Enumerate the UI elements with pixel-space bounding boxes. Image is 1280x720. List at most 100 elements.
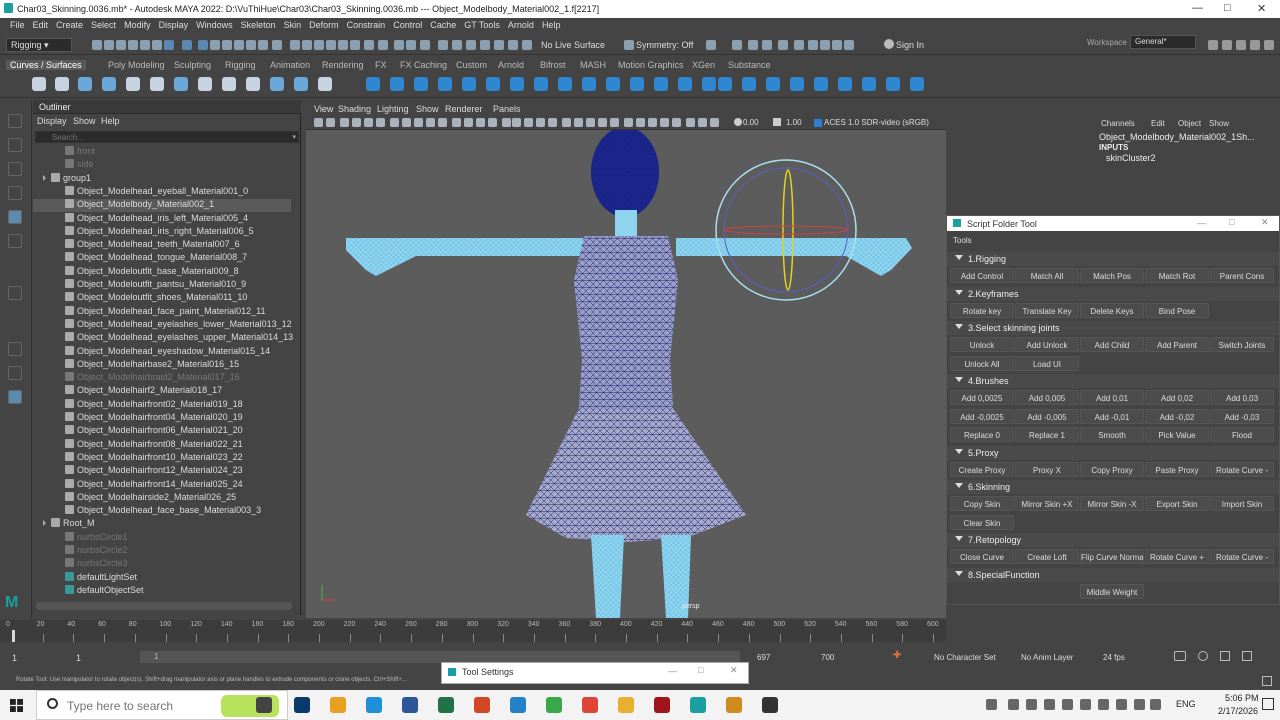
shelf-button-icon[interactable]	[32, 77, 46, 91]
shelf-tab-5[interactable]: Rendering	[322, 60, 364, 70]
collapse-arrow-icon[interactable]	[955, 377, 963, 382]
viewport-panel[interactable]: View Shading Lighting Show Renderer Panels 0.…	[306, 103, 946, 618]
menu-edit[interactable]: Edit	[29, 20, 53, 30]
outliner-item[interactable]: Object_Modelhairbase2_Material016_15	[33, 358, 291, 372]
shelf-tab-7[interactable]: FX Caching	[400, 60, 447, 70]
script-button[interactable]: Clear Skin	[950, 514, 1014, 530]
outliner-item[interactable]: Object_Modelhairfront10_Material023_22	[33, 451, 291, 465]
status-tool-icon[interactable]	[748, 40, 758, 50]
status-tool-icon[interactable]	[452, 40, 462, 50]
menu-control[interactable]: Control	[389, 20, 426, 30]
script-button[interactable]: Add 0,02	[1145, 390, 1209, 405]
gamma-icon[interactable]	[773, 118, 781, 126]
script-button[interactable]: Import Skin	[1210, 496, 1274, 511]
outliner-item[interactable]: Object_Modelhairfront12_Material024_23	[33, 465, 291, 478]
lasso-tool-icon[interactable]	[8, 138, 22, 152]
workspace-dropdown[interactable]: General*	[1130, 35, 1196, 49]
script-button[interactable]: Smooth	[1080, 427, 1144, 442]
viewport-tool-icon[interactable]	[610, 118, 619, 127]
current-time-marker[interactable]	[12, 630, 15, 642]
outliner-menu-help[interactable]: Help	[101, 116, 120, 126]
script-button[interactable]: Create Proxy	[950, 461, 1014, 477]
shelf-button-icon[interactable]	[294, 77, 308, 91]
shelf-button-icon[interactable]	[270, 77, 284, 91]
viewport-tool-icon[interactable]	[502, 118, 511, 127]
status-tool-icon[interactable]	[182, 40, 192, 50]
sign-in-link[interactable]: Sign In	[896, 40, 924, 50]
side-by-side-icon[interactable]	[8, 366, 22, 380]
status-tool-icon[interactable]	[222, 40, 232, 50]
channel-object-name[interactable]: Object_Modelbody_Material002_1Sh...	[1099, 132, 1255, 142]
section-header[interactable]: 4.Brushes	[947, 374, 1279, 388]
tray-icon[interactable]	[1080, 699, 1091, 710]
status-tool-icon[interactable]	[314, 40, 324, 50]
status-tool-icon[interactable]	[794, 40, 804, 50]
shelf-tab-8[interactable]: Custom	[456, 60, 487, 70]
shelf-button-icon[interactable]	[126, 77, 140, 91]
tray-icon[interactable]	[1150, 699, 1161, 710]
status-tool-icon[interactable]	[832, 40, 842, 50]
menu-arnold[interactable]: Arnold	[504, 20, 538, 30]
status-tool-icon[interactable]	[92, 40, 102, 50]
exposure-field[interactable]: 0.00	[743, 118, 759, 127]
tray-icon[interactable]	[1062, 699, 1073, 710]
viewport-menu-lighting[interactable]: Lighting	[377, 104, 409, 114]
windows-start-icon[interactable]	[10, 699, 23, 712]
status-tool-icon[interactable]	[364, 40, 374, 50]
symmetry-label[interactable]: Symmetry: Off	[636, 40, 693, 50]
anim-layer-dropdown[interactable]: No Anim Layer	[1021, 653, 1073, 662]
script-button[interactable]: Bind Pose	[1145, 302, 1209, 318]
status-tool-icon[interactable]	[350, 40, 360, 50]
layout-icon[interactable]	[1222, 40, 1232, 50]
status-tool-icon[interactable]	[406, 40, 416, 50]
exposure-icon[interactable]	[734, 118, 742, 126]
viewport-tool-icon[interactable]	[376, 118, 385, 127]
layout-icon[interactable]	[1250, 40, 1260, 50]
script-button[interactable]: Export Skin	[1145, 496, 1209, 511]
viewport-tool-icon[interactable]	[340, 118, 349, 127]
character-wireframe[interactable]	[306, 130, 946, 618]
viewport-tool-icon[interactable]	[698, 118, 707, 127]
menu-gt-tools[interactable]: GT Tools	[460, 20, 504, 30]
script-button[interactable]: Add 0,01	[1080, 390, 1144, 405]
maya-taskbar-icon[interactable]	[690, 697, 706, 713]
status-tool-icon[interactable]	[258, 40, 268, 50]
viewport-tool-icon[interactable]	[648, 118, 657, 127]
viewport-tool-icon[interactable]	[562, 118, 571, 127]
powerpoint-icon[interactable]	[474, 697, 490, 713]
app-icon[interactable]	[726, 697, 742, 713]
status-tool-icon[interactable]	[466, 40, 476, 50]
shelf-button-icon[interactable]	[654, 77, 668, 91]
range-start-field[interactable]: 1	[12, 653, 17, 663]
status-tool-icon[interactable]	[210, 40, 220, 50]
shelf-button-icon[interactable]	[55, 77, 69, 91]
status-tool-icon[interactable]	[128, 40, 138, 50]
shelf-button-icon[interactable]	[766, 77, 780, 91]
status-tool-icon[interactable]	[246, 40, 256, 50]
viewport-tool-icon[interactable]	[598, 118, 607, 127]
shelf-button-icon[interactable]	[222, 77, 236, 91]
script-button[interactable]: Add 0,0025	[950, 390, 1014, 405]
menu-constrain[interactable]: Constrain	[343, 20, 390, 30]
script-button[interactable]: Mirror Skin +X	[1015, 496, 1079, 511]
outliner-item[interactable]: Object_Modeloutfit_pantsu_Material010_9	[33, 279, 291, 292]
collapse-arrow-icon[interactable]	[955, 570, 963, 576]
outliner-item[interactable]: Object_Modelhairf2_Material018_17	[33, 385, 291, 398]
shelf-button-icon[interactable]	[534, 77, 548, 91]
shelf-button-icon[interactable]	[318, 77, 332, 91]
script-button[interactable]: Add 0,03	[1210, 390, 1274, 405]
outliner-item[interactable]: side	[33, 159, 291, 172]
status-tool-icon[interactable]	[522, 40, 532, 50]
tray-icon[interactable]	[1026, 699, 1037, 710]
shelf-button-icon[interactable]	[198, 77, 212, 91]
script-button[interactable]: Rotate Curve +	[1145, 549, 1209, 564]
section-header[interactable]: 8.SpecialFunction	[947, 567, 1279, 582]
outliner-item[interactable]: Object_Modelhead_iris_right_Material006_…	[33, 225, 291, 239]
outliner-item[interactable]: Object_Modelhead_iris_left_Material005_4	[33, 212, 291, 226]
search-options-icon[interactable]: ▾	[292, 133, 296, 141]
outliner-item[interactable]: group1	[33, 172, 291, 186]
menu-help[interactable]: Help	[538, 20, 565, 30]
excel-icon[interactable]	[438, 697, 454, 713]
script-editor-icon[interactable]	[1262, 676, 1272, 686]
viewport-menu-view[interactable]: View	[314, 104, 333, 114]
